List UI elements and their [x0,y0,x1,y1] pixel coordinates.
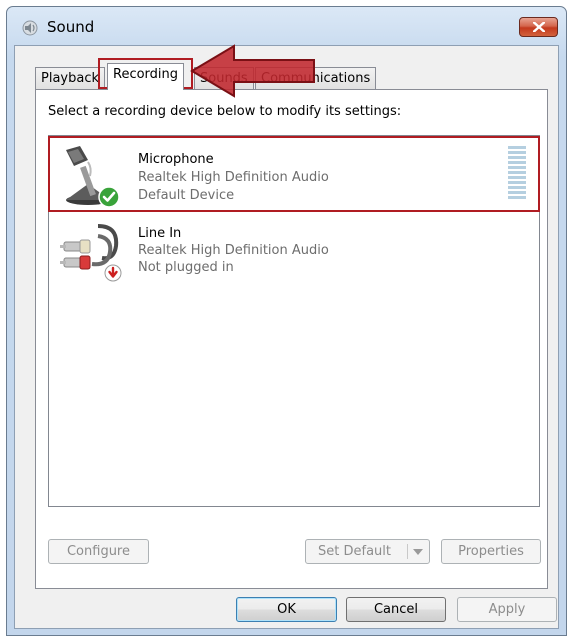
split-divider [407,544,408,559]
set-default-label: Set Default [318,544,391,559]
ok-button[interactable]: OK [236,597,337,622]
red-down-arrow-icon [104,264,122,282]
configure-button[interactable]: Configure [48,539,149,564]
cancel-button[interactable]: Cancel [346,597,446,622]
set-default-button[interactable]: Set Default [305,539,430,564]
tab-label: Recording [113,67,179,82]
close-button[interactable] [519,17,558,37]
annotation-arrow-icon [190,44,315,98]
device-status: Not plugged in [138,260,234,275]
device-item-line-in[interactable]: Line In Realtek High Definition Audio No… [50,214,538,286]
apply-button[interactable]: Apply [457,597,557,622]
window-title: Sound [47,18,95,36]
microphone-highlight [48,136,540,212]
device-name: Line In [138,226,182,241]
instruction-text: Select a recording device below to modif… [48,104,402,119]
chevron-down-icon [413,549,423,555]
tab-label: Playback [41,71,100,86]
properties-button[interactable]: Properties [441,539,541,564]
speaker-icon [22,20,38,36]
tab-playback[interactable]: Playback [35,67,106,89]
tab-recording[interactable]: Recording [107,63,185,90]
device-driver: Realtek High Definition Audio [138,243,329,258]
close-icon [533,22,545,32]
